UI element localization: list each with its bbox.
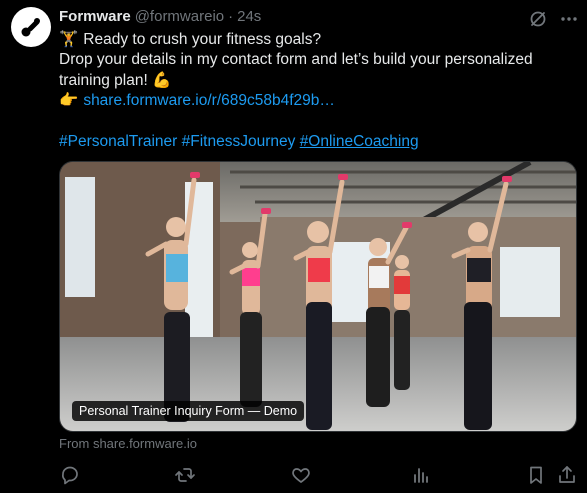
text-line-1: 🏋 Ready to crush your fitness goals? [59,30,564,50]
hashtag-personaltrainer[interactable]: #PersonalTrainer [59,133,177,150]
author-handle[interactable]: @formwareio [135,8,224,25]
repost-icon[interactable] [174,464,196,486]
pointing-hand-emoji: 👉 [59,92,79,110]
post-header: Formware @formwareio · 24s [59,8,261,28]
avatar[interactable] [11,7,51,47]
separator: · [228,8,234,25]
timestamp[interactable]: 24s [237,8,261,25]
link-card-media[interactable]: Personal Trainer Inquiry Form — Demo [59,161,577,432]
fitness-class-image [60,162,576,431]
source-domain[interactable]: From share.formware.io [59,436,197,451]
author-name[interactable]: Formware [59,8,131,25]
formware-logo-icon [21,18,40,37]
reply-icon[interactable] [59,464,81,486]
flexed-biceps-emoji: 💪 [152,71,172,89]
share-icon[interactable] [556,464,578,486]
grok-icon[interactable] [528,9,548,29]
hashtag-fitnessjourney[interactable]: #FitnessJourney [182,133,296,150]
hashtags: #PersonalTrainer #FitnessJourney #Online… [59,132,564,152]
views-icon[interactable] [410,464,432,486]
more-icon[interactable] [559,9,579,29]
text-line-2: Drop your details in my contact form and… [59,51,533,69]
action-bar [59,464,579,488]
media-caption: Personal Trainer Inquiry Form — Demo [72,401,305,421]
like-icon[interactable] [290,464,312,486]
bookmark-icon[interactable] [525,464,547,486]
text-line-3: training plan! 💪 [59,71,564,91]
link-line: 👉 share.formware.io/r/689c58b4f29b… [59,91,564,111]
hashtag-onlinecoaching[interactable]: #OnlineCoaching [300,133,419,150]
post-text: 🏋 Ready to crush your fitness goals? Dro… [59,30,564,152]
post-link[interactable]: share.formware.io/r/689c58b4f29b… [83,92,335,109]
weightlifter-emoji: 🏋 [59,31,79,48]
